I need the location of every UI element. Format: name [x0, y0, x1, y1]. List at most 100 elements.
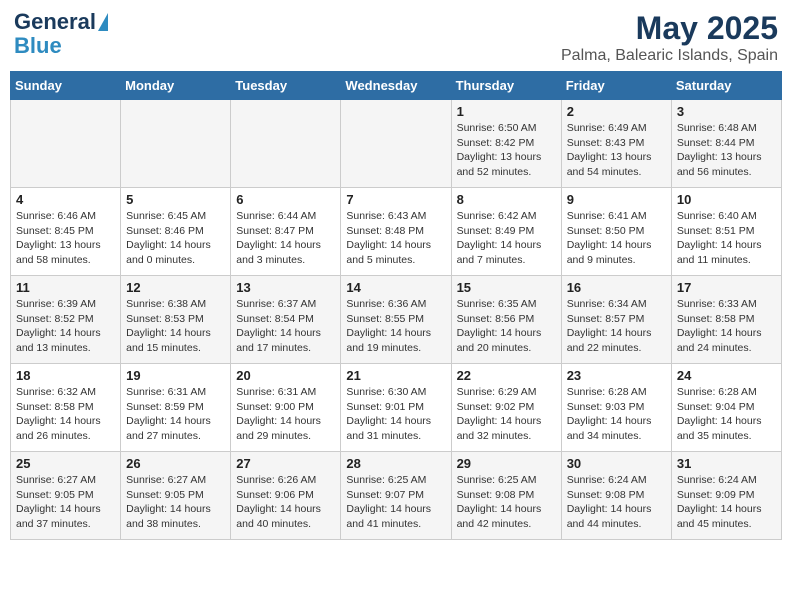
day-number: 21	[346, 368, 445, 383]
day-number: 7	[346, 192, 445, 207]
calendar-cell: 7 Sunrise: 6:43 AMSunset: 8:48 PMDaylight…	[341, 188, 451, 276]
calendar-cell	[341, 100, 451, 188]
cell-info: Sunrise: 6:33 AMSunset: 8:58 PMDaylight:…	[677, 297, 776, 356]
cell-info: Sunrise: 6:32 AMSunset: 8:58 PMDaylight:…	[16, 385, 115, 444]
calendar-cell	[11, 100, 121, 188]
day-number: 15	[457, 280, 556, 295]
cell-info: Sunrise: 6:40 AMSunset: 8:51 PMDaylight:…	[677, 209, 776, 268]
calendar-cell: 12Sunrise: 6:38 AMSunset: 8:53 PMDayligh…	[121, 276, 231, 364]
day-header-monday: Monday	[121, 72, 231, 100]
calendar-cell	[121, 100, 231, 188]
day-number: 11	[16, 280, 115, 295]
day-number: 24	[677, 368, 776, 383]
calendar-cell: 25 Sunrise: 6:27 AMSunset: 9:05 PMDayligh…	[11, 452, 121, 540]
calendar-week-1: 1Sunrise: 6:50 AMSunset: 8:42 PMDaylight…	[11, 100, 782, 188]
calendar-subtitle: Palma, Balearic Islands, Spain	[561, 47, 778, 65]
day-number: 23	[567, 368, 666, 383]
calendar-cell: 9 Sunrise: 6:41 AMSunset: 8:50 PMDaylight…	[561, 188, 671, 276]
calendar-cell: 22 Sunrise: 6:29 AMSunset: 9:02 PMDayligh…	[451, 364, 561, 452]
day-number: 19	[126, 368, 225, 383]
cell-info: Sunrise: 6:45 AMSunset: 8:46 PMDaylight:…	[126, 209, 225, 268]
logo: General Blue	[14, 10, 108, 58]
cell-info: Sunrise: 6:36 AMSunset: 8:55 PMDaylight:…	[346, 297, 445, 356]
day-number: 30	[567, 456, 666, 471]
cell-info: Sunrise: 6:34 AMSunset: 8:57 PMDaylight:…	[567, 297, 666, 356]
day-number: 29	[457, 456, 556, 471]
calendar-cell: 29Sunrise: 6:25 AMSunset: 9:08 PMDayligh…	[451, 452, 561, 540]
calendar-week-5: 25 Sunrise: 6:27 AMSunset: 9:05 PMDayligh…	[11, 452, 782, 540]
cell-info: Sunrise: 6:49 AMSunset: 8:43 PMDaylight:…	[567, 121, 666, 180]
calendar-cell: 31 Sunrise: 6:24 AMSunset: 9:09 PMDayligh…	[671, 452, 781, 540]
calendar-cell: 1Sunrise: 6:50 AMSunset: 8:42 PMDaylight…	[451, 100, 561, 188]
day-number: 16	[567, 280, 666, 295]
cell-info: Sunrise: 6:27 AMSunset: 9:05 PMDaylight:…	[16, 473, 115, 532]
day-number: 10	[677, 192, 776, 207]
logo-text-blue: Blue	[14, 34, 62, 58]
day-number: 13	[236, 280, 335, 295]
calendar-cell: 10 Sunrise: 6:40 AMSunset: 8:51 PMDayligh…	[671, 188, 781, 276]
day-number: 22	[457, 368, 556, 383]
cell-info: Sunrise: 6:31 AMSunset: 9:00 PMDaylight:…	[236, 385, 335, 444]
header-row: SundayMondayTuesdayWednesdayThursdayFrid…	[11, 72, 782, 100]
cell-info: Sunrise: 6:31 AMSunset: 8:59 PMDaylight:…	[126, 385, 225, 444]
day-number: 3	[677, 104, 776, 119]
day-header-thursday: Thursday	[451, 72, 561, 100]
day-number: 5	[126, 192, 225, 207]
day-number: 8	[457, 192, 556, 207]
day-number: 9	[567, 192, 666, 207]
cell-info: Sunrise: 6:44 AMSunset: 8:47 PMDaylight:…	[236, 209, 335, 268]
cell-info: Sunrise: 6:26 AMSunset: 9:06 PMDaylight:…	[236, 473, 335, 532]
calendar-cell: 24 Sunrise: 6:28 AMSunset: 9:04 PMDayligh…	[671, 364, 781, 452]
cell-info: Sunrise: 6:43 AMSunset: 8:48 PMDaylight:…	[346, 209, 445, 268]
calendar-cell: 6Sunrise: 6:44 AMSunset: 8:47 PMDaylight…	[231, 188, 341, 276]
logo-text-general: General	[14, 10, 96, 34]
day-number: 18	[16, 368, 115, 383]
cell-info: Sunrise: 6:24 AMSunset: 9:09 PMDaylight:…	[677, 473, 776, 532]
day-header-saturday: Saturday	[671, 72, 781, 100]
calendar-cell: 3 Sunrise: 6:48 AMSunset: 8:44 PMDaylight…	[671, 100, 781, 188]
page-header: General Blue May 2025 Palma, Balearic Is…	[10, 10, 782, 65]
calendar-title: May 2025	[561, 10, 778, 47]
calendar-cell: 26Sunrise: 6:27 AMSunset: 9:05 PMDayligh…	[121, 452, 231, 540]
day-number: 28	[346, 456, 445, 471]
cell-info: Sunrise: 6:28 AMSunset: 9:03 PMDaylight:…	[567, 385, 666, 444]
calendar-week-3: 11 Sunrise: 6:39 AMSunset: 8:52 PMDayligh…	[11, 276, 782, 364]
day-header-wednesday: Wednesday	[341, 72, 451, 100]
day-number: 17	[677, 280, 776, 295]
calendar-cell: 11 Sunrise: 6:39 AMSunset: 8:52 PMDayligh…	[11, 276, 121, 364]
day-header-sunday: Sunday	[11, 72, 121, 100]
calendar-cell: 4 Sunrise: 6:46 AMSunset: 8:45 PMDaylight…	[11, 188, 121, 276]
title-block: May 2025 Palma, Balearic Islands, Spain	[561, 10, 778, 65]
calendar-cell: 20 Sunrise: 6:31 AMSunset: 9:00 PMDayligh…	[231, 364, 341, 452]
day-number: 14	[346, 280, 445, 295]
calendar-week-4: 18 Sunrise: 6:32 AMSunset: 8:58 PMDayligh…	[11, 364, 782, 452]
day-number: 27	[236, 456, 335, 471]
cell-info: Sunrise: 6:48 AMSunset: 8:44 PMDaylight:…	[677, 121, 776, 180]
day-number: 4	[16, 192, 115, 207]
calendar-cell: 18 Sunrise: 6:32 AMSunset: 8:58 PMDayligh…	[11, 364, 121, 452]
calendar-table: SundayMondayTuesdayWednesdayThursdayFrid…	[10, 71, 782, 540]
day-number: 12	[126, 280, 225, 295]
cell-info: Sunrise: 6:37 AMSunset: 8:54 PMDaylight:…	[236, 297, 335, 356]
cell-info: Sunrise: 6:27 AMSunset: 9:05 PMDaylight:…	[126, 473, 225, 532]
calendar-cell: 14 Sunrise: 6:36 AMSunset: 8:55 PMDayligh…	[341, 276, 451, 364]
cell-info: Sunrise: 6:41 AMSunset: 8:50 PMDaylight:…	[567, 209, 666, 268]
cell-info: Sunrise: 6:46 AMSunset: 8:45 PMDaylight:…	[16, 209, 115, 268]
cell-info: Sunrise: 6:28 AMSunset: 9:04 PMDaylight:…	[677, 385, 776, 444]
cell-info: Sunrise: 6:25 AMSunset: 9:07 PMDaylight:…	[346, 473, 445, 532]
cell-info: Sunrise: 6:30 AMSunset: 9:01 PMDaylight:…	[346, 385, 445, 444]
calendar-cell: 16 Sunrise: 6:34 AMSunset: 8:57 PMDayligh…	[561, 276, 671, 364]
cell-info: Sunrise: 6:35 AMSunset: 8:56 PMDaylight:…	[457, 297, 556, 356]
calendar-cell: 13 Sunrise: 6:37 AMSunset: 8:54 PMDayligh…	[231, 276, 341, 364]
calendar-cell: 23 Sunrise: 6:28 AMSunset: 9:03 PMDayligh…	[561, 364, 671, 452]
calendar-week-2: 4 Sunrise: 6:46 AMSunset: 8:45 PMDaylight…	[11, 188, 782, 276]
cell-info: Sunrise: 6:29 AMSunset: 9:02 PMDaylight:…	[457, 385, 556, 444]
calendar-cell	[231, 100, 341, 188]
calendar-cell: 30Sunrise: 6:24 AMSunset: 9:08 PMDayligh…	[561, 452, 671, 540]
cell-info: Sunrise: 6:50 AMSunset: 8:42 PMDaylight:…	[457, 121, 556, 180]
day-number: 20	[236, 368, 335, 383]
day-number: 31	[677, 456, 776, 471]
day-number: 25	[16, 456, 115, 471]
cell-info: Sunrise: 6:39 AMSunset: 8:52 PMDaylight:…	[16, 297, 115, 356]
calendar-cell: 21 Sunrise: 6:30 AMSunset: 9:01 PMDayligh…	[341, 364, 451, 452]
